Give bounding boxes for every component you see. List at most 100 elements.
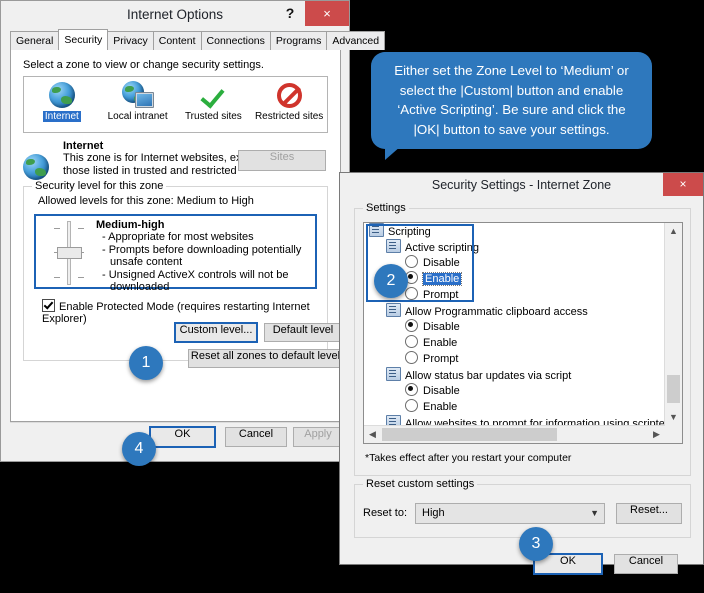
list-item[interactable]: Disable bbox=[364, 255, 665, 271]
list-item[interactable]: Disable bbox=[364, 319, 665, 335]
radio-enable[interactable] bbox=[405, 399, 418, 412]
list-item-label: Prompt bbox=[423, 289, 459, 301]
settings-list: Scripting Active scripting Disable Enabl… bbox=[364, 223, 665, 426]
list-item[interactable]: Prompt bbox=[364, 351, 665, 367]
globe-icon bbox=[24, 80, 100, 110]
list-item-label: Active scripting bbox=[405, 242, 479, 254]
internet-options-cancel-button[interactable]: Cancel bbox=[225, 427, 287, 447]
reset-button[interactable]: Reset... bbox=[616, 503, 682, 524]
horizontal-scroll-thumb[interactable] bbox=[382, 428, 557, 441]
step-badge-1: 1 bbox=[129, 346, 163, 380]
settings-list-vertical-scrollbar[interactable]: ▲ ▼ bbox=[664, 223, 682, 426]
settings-group-label: Settings bbox=[363, 202, 409, 214]
settings-group: Settings Scripting Active scripting Disa… bbox=[354, 202, 691, 476]
footer-divider bbox=[10, 422, 340, 423]
security-level-panel: Medium-high - Appropriate for most websi… bbox=[34, 214, 317, 293]
help-icon[interactable]: ? bbox=[275, 1, 305, 26]
scrollbar-corner bbox=[665, 426, 682, 443]
internet-options-apply-button[interactable]: Apply bbox=[293, 427, 343, 447]
step-badge-2: 2 bbox=[374, 264, 408, 298]
scroll-down-icon[interactable]: ▼ bbox=[665, 409, 682, 426]
list-item[interactable]: Enable bbox=[364, 399, 665, 415]
scroll-left-icon[interactable]: ◀ bbox=[364, 426, 381, 443]
security-level-bullet: - Appropriate for most websites bbox=[102, 231, 254, 243]
radio-disable[interactable] bbox=[405, 383, 418, 396]
list-item[interactable]: Enable bbox=[364, 271, 665, 287]
radio-enable[interactable] bbox=[405, 335, 418, 348]
tab-security[interactable]: Security bbox=[58, 29, 109, 50]
list-item[interactable]: Scripting bbox=[364, 223, 665, 239]
globe-icon bbox=[23, 154, 49, 180]
scroll-up-icon[interactable]: ▲ bbox=[665, 223, 682, 240]
zone-prompt-label: Select a zone to view or change security… bbox=[23, 59, 264, 71]
security-level-group-label: Security level for this zone bbox=[32, 180, 167, 192]
zone-trusted-sites[interactable]: Trusted sites bbox=[176, 77, 252, 132]
callout-tail bbox=[385, 146, 401, 160]
settings-list-horizontal-scrollbar[interactable]: ◀ ▶ bbox=[364, 425, 665, 443]
zone-local-intranet-label: Local intranet bbox=[107, 111, 168, 122]
internet-options-titlebar-buttons: ? × bbox=[275, 1, 349, 26]
chevron-down-icon: ▼ bbox=[590, 508, 599, 518]
list-item-label: Disable bbox=[423, 385, 460, 397]
tab-general[interactable]: General bbox=[10, 31, 60, 50]
tab-content[interactable]: Content bbox=[152, 31, 202, 50]
sites-button[interactable]: Sites bbox=[238, 150, 326, 171]
zone-internet-label: Internet bbox=[42, 111, 81, 122]
security-level-name: Medium-high bbox=[96, 219, 165, 231]
zone-trusted-sites-label: Trusted sites bbox=[184, 111, 242, 122]
tab-advanced[interactable]: Advanced bbox=[326, 31, 386, 50]
close-icon[interactable]: × bbox=[663, 173, 703, 196]
radio-prompt[interactable] bbox=[405, 287, 418, 300]
step-badge-3: 3 bbox=[519, 527, 553, 561]
zone-restricted-sites[interactable]: Restricted sites bbox=[251, 77, 327, 132]
tab-connections[interactable]: Connections bbox=[200, 31, 271, 50]
settings-listbox[interactable]: Scripting Active scripting Disable Enabl… bbox=[363, 222, 683, 444]
security-level-group: Security level for this zone Allowed lev… bbox=[23, 180, 343, 368]
radio-prompt[interactable] bbox=[405, 351, 418, 364]
zone-local-intranet[interactable]: Local intranet bbox=[100, 77, 176, 132]
reset-to-select[interactable]: High ▼ bbox=[415, 503, 605, 524]
list-item[interactable]: Enable bbox=[364, 335, 665, 351]
zone-internet[interactable]: Internet bbox=[24, 77, 100, 132]
script-setting-icon bbox=[386, 303, 401, 317]
list-item-label: Scripting bbox=[388, 226, 431, 238]
internet-options-ok-button[interactable]: OK bbox=[149, 426, 216, 448]
radio-disable[interactable] bbox=[405, 319, 418, 332]
tab-programs[interactable]: Programs bbox=[269, 31, 328, 50]
no-entry-icon bbox=[251, 80, 327, 110]
slider-thumb[interactable] bbox=[57, 247, 82, 259]
internet-options-titlebar: Internet Options ? × bbox=[1, 1, 349, 28]
radio-disable[interactable] bbox=[405, 255, 418, 268]
list-item-label: Enable bbox=[423, 337, 458, 349]
list-item-label: Enable bbox=[421, 272, 463, 286]
list-item-label: Allow status bar updates via script bbox=[405, 370, 572, 382]
script-setting-icon bbox=[386, 239, 401, 253]
list-item[interactable]: Allow status bar updates via script bbox=[364, 367, 665, 383]
security-level-bullet: - Prompts before downloading potentially… bbox=[102, 243, 302, 269]
reset-to-value: High bbox=[422, 507, 445, 519]
default-level-button[interactable]: Default level bbox=[264, 323, 342, 342]
close-icon[interactable]: × bbox=[305, 1, 349, 26]
vertical-scroll-thumb[interactable] bbox=[667, 375, 680, 403]
security-settings-titlebar-buttons: × bbox=[663, 173, 703, 198]
list-item[interactable]: Allow Programmatic clipboard access bbox=[364, 303, 665, 319]
reset-group-label: Reset custom settings bbox=[363, 478, 478, 490]
list-item-label: Allow Programmatic clipboard access bbox=[405, 306, 588, 318]
list-item[interactable]: Active scripting bbox=[364, 239, 665, 255]
security-level-slider[interactable] bbox=[44, 221, 94, 285]
security-settings-cancel-button[interactable]: Cancel bbox=[614, 554, 678, 574]
protected-mode-checkbox[interactable] bbox=[42, 299, 55, 312]
intranet-icon bbox=[100, 80, 176, 110]
custom-level-button[interactable]: Custom level... bbox=[174, 322, 258, 343]
internet-options-window: Internet Options ? × General Security Pr… bbox=[0, 0, 386, 462]
list-item[interactable]: Disable bbox=[364, 383, 665, 399]
zone-selector: Internet Local intranet Trusted sites Re… bbox=[23, 76, 328, 133]
list-item-label: Enable bbox=[423, 401, 458, 413]
security-settings-titlebar: Security Settings - Internet Zone × bbox=[340, 173, 703, 198]
tab-privacy[interactable]: Privacy bbox=[107, 31, 154, 50]
restart-footnote: *Takes effect after you restart your com… bbox=[365, 452, 572, 464]
list-item-label: Disable bbox=[423, 257, 460, 269]
scroll-right-icon[interactable]: ▶ bbox=[648, 426, 665, 443]
list-item[interactable]: Prompt bbox=[364, 287, 665, 303]
reset-all-zones-button[interactable]: Reset all zones to default level bbox=[188, 349, 343, 368]
